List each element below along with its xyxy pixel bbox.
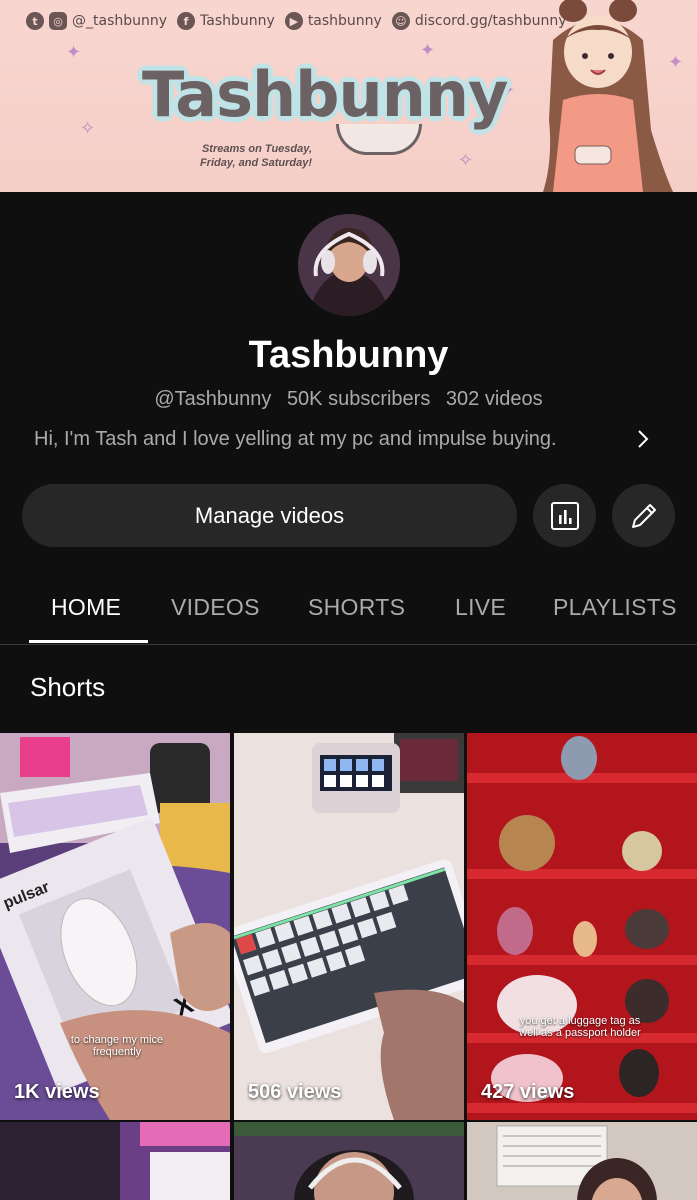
short-thumbnail [0, 1122, 230, 1200]
channel-tabs: HOME VIDEOS SHORTS LIVE PLAYLISTS [0, 572, 697, 645]
avatar-photo [298, 214, 400, 316]
banner-logo: Tashbunny Streams on Tuesday, Friday, an… [128, 58, 508, 169]
tab-shorts[interactable]: SHORTS [308, 572, 405, 642]
social-instagram-label: @_tashbunny [72, 13, 168, 29]
discord-icon: ☺ [391, 12, 410, 30]
channel-meta: @Tashbunny 50K subscribers 302 videos [0, 388, 697, 411]
social-youtube: ▶ tashbunny [284, 12, 382, 30]
short-thumbnail [467, 733, 697, 1120]
short-thumbnail: pulsar X² [0, 733, 230, 1120]
short-thumbnail [467, 1122, 697, 1200]
short-card[interactable] [234, 1122, 464, 1200]
tab-live[interactable]: LIVE [455, 572, 506, 642]
short-view-count: 427 views [481, 1081, 575, 1103]
short-card[interactable]: 506 views [234, 733, 464, 1120]
short-caption: you get a luggage tag as well as a passp… [519, 1015, 641, 1039]
sparkle-icon: ✦ [66, 42, 82, 62]
stream-schedule-note: Streams on Tuesday, Friday, and Saturday… [199, 143, 312, 169]
social-twitter-instagram: t ◎ @_tashbunny [26, 12, 167, 30]
analytics-icon [550, 501, 579, 530]
short-card[interactable]: you get a luggage tag as well as a passp… [467, 733, 697, 1120]
pencil-icon [631, 503, 656, 528]
short-caption: to change my mice frequently [70, 1034, 164, 1058]
channel-name: Tashbunny [248, 334, 449, 376]
channel-description[interactable]: Hi, I'm Tash and I love yelling at my pc… [34, 427, 654, 451]
section-title-shorts: Shorts [30, 672, 106, 702]
youtube-icon: ▶ [284, 12, 303, 30]
tab-videos[interactable]: VIDEOS [171, 572, 260, 642]
social-youtube-label: tashbunny [307, 13, 382, 29]
banner-character-illustration [543, 0, 673, 192]
short-view-count: 506 views [248, 1081, 342, 1103]
tab-playlists[interactable]: PLAYLISTS [553, 572, 677, 642]
social-facebook-label: Tashbunny [200, 13, 275, 29]
short-thumbnail [234, 1122, 464, 1200]
short-card[interactable] [467, 1122, 697, 1200]
channel-handle: @Tashbunny [154, 388, 272, 410]
active-tab-indicator [29, 640, 148, 643]
channel-banner: t ◎ @_tashbunny f Tashbunny ▶ tashbunny … [0, 0, 697, 192]
facebook-icon: f [177, 12, 196, 30]
instagram-icon: ◎ [49, 12, 67, 30]
twitter-icon: t [26, 12, 44, 30]
video-count: 302 videos [445, 388, 543, 410]
channel-avatar[interactable] [298, 214, 400, 316]
short-view-count: 1K views [14, 1081, 100, 1103]
chevron-right-icon [638, 430, 649, 448]
short-card[interactable] [0, 1122, 230, 1200]
channel-description-text: Hi, I'm Tash and I love yelling at my pc… [34, 427, 557, 450]
analytics-button[interactable] [533, 484, 596, 547]
short-card[interactable]: pulsar X² to change my mice frequently 1… [0, 733, 230, 1120]
manage-videos-button[interactable]: Manage videos [22, 484, 517, 547]
banner-logo-text: Tashbunny [142, 58, 508, 131]
sparkle-icon: ✧ [80, 118, 96, 138]
banner-social-links: t ◎ @_tashbunny f Tashbunny ▶ tashbunny … [26, 12, 567, 30]
subscriber-count: 50K subscribers [286, 388, 431, 410]
short-thumbnail [234, 733, 464, 1120]
edit-channel-button[interactable] [612, 484, 675, 547]
social-facebook: f Tashbunny [177, 12, 275, 30]
tab-home[interactable]: HOME [51, 572, 121, 642]
